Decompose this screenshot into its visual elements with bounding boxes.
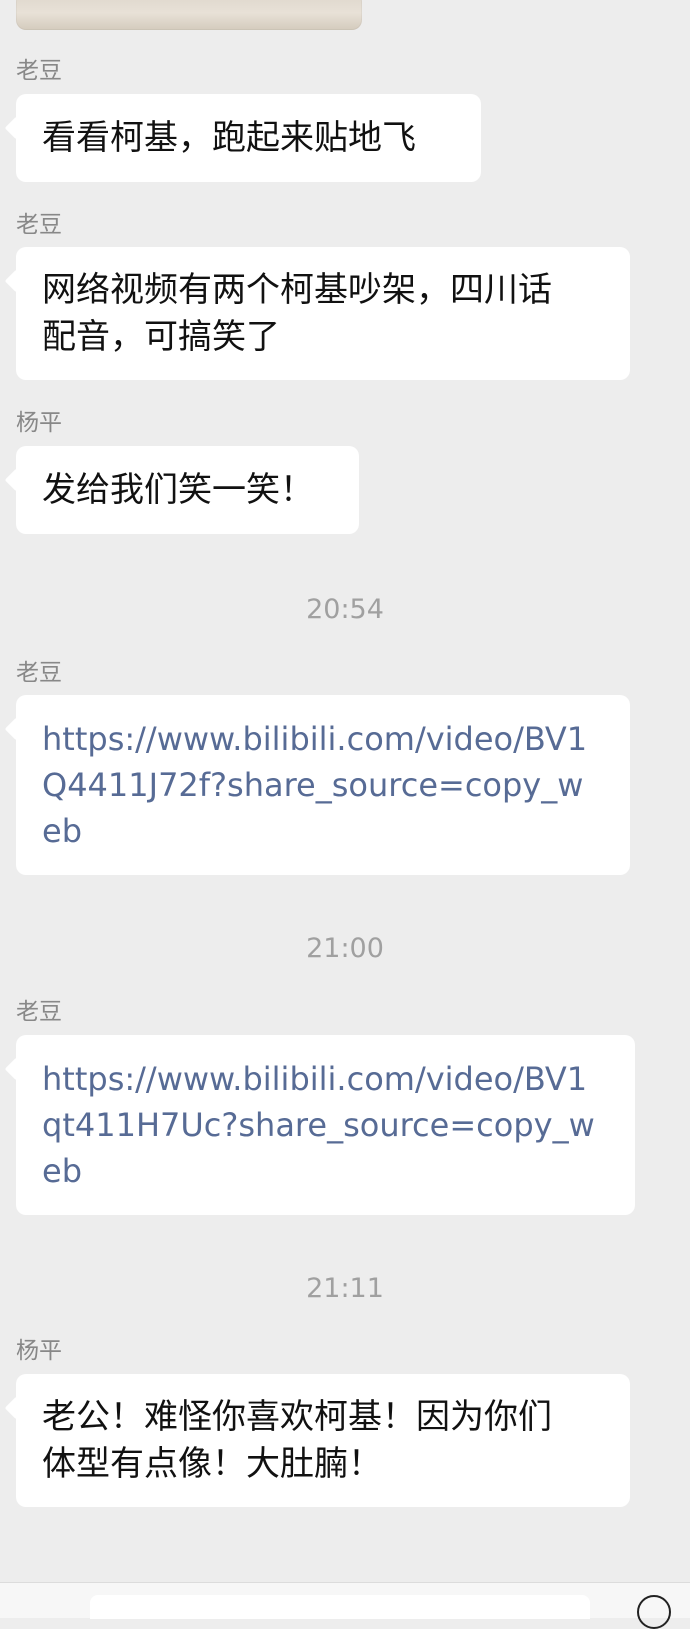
message-input[interactable] bbox=[90, 1595, 590, 1619]
message-bubble[interactable]: 发给我们笑一笑！ bbox=[16, 446, 359, 534]
sender-name: 老豆 bbox=[16, 999, 62, 1025]
message-link[interactable]: https://www.bilibili.com/video/BV1 Q4411… bbox=[42, 716, 587, 854]
message-text: 老公！难怪你喜欢柯基！因为你们 体型有点像！大肚腩！ bbox=[42, 1396, 552, 1484]
link-message-bubble[interactable]: https://www.bilibili.com/video/BV1 qt411… bbox=[16, 1035, 635, 1215]
message-bubble[interactable]: 老公！难怪你喜欢柯基！因为你们 体型有点像！大肚腩！ bbox=[16, 1374, 630, 1507]
sender-name: 杨平 bbox=[16, 1338, 62, 1364]
timestamp: 21:00 bbox=[306, 933, 384, 964]
timestamp: 21:11 bbox=[306, 1273, 384, 1304]
timestamp: 20:54 bbox=[306, 594, 384, 625]
emoji-icon[interactable] bbox=[637, 1595, 671, 1629]
message-text: 发给我们笑一笑！ bbox=[42, 469, 314, 510]
chat-history[interactable]: 老豆 看看柯基，跑起来贴地飞 老豆 网络视频有两个柯基吵架，四川话 配音，可搞笑… bbox=[0, 0, 690, 1629]
message-input-bar bbox=[0, 1582, 690, 1629]
image-message-preview[interactable] bbox=[16, 0, 362, 30]
sender-name: 杨平 bbox=[16, 410, 62, 436]
link-message-bubble[interactable]: https://www.bilibili.com/video/BV1 Q4411… bbox=[16, 695, 630, 875]
sender-name: 老豆 bbox=[16, 58, 62, 84]
message-bubble[interactable]: 网络视频有两个柯基吵架，四川话 配音，可搞笑了 bbox=[16, 247, 630, 380]
sender-name: 老豆 bbox=[16, 660, 62, 686]
message-text: 网络视频有两个柯基吵架，四川话 配音，可搞笑了 bbox=[42, 269, 552, 357]
message-bubble[interactable]: 看看柯基，跑起来贴地飞 bbox=[16, 94, 481, 182]
sender-name: 老豆 bbox=[16, 212, 62, 238]
message-link[interactable]: https://www.bilibili.com/video/BV1 qt411… bbox=[42, 1056, 595, 1194]
message-text: 看看柯基，跑起来贴地飞 bbox=[42, 117, 416, 158]
